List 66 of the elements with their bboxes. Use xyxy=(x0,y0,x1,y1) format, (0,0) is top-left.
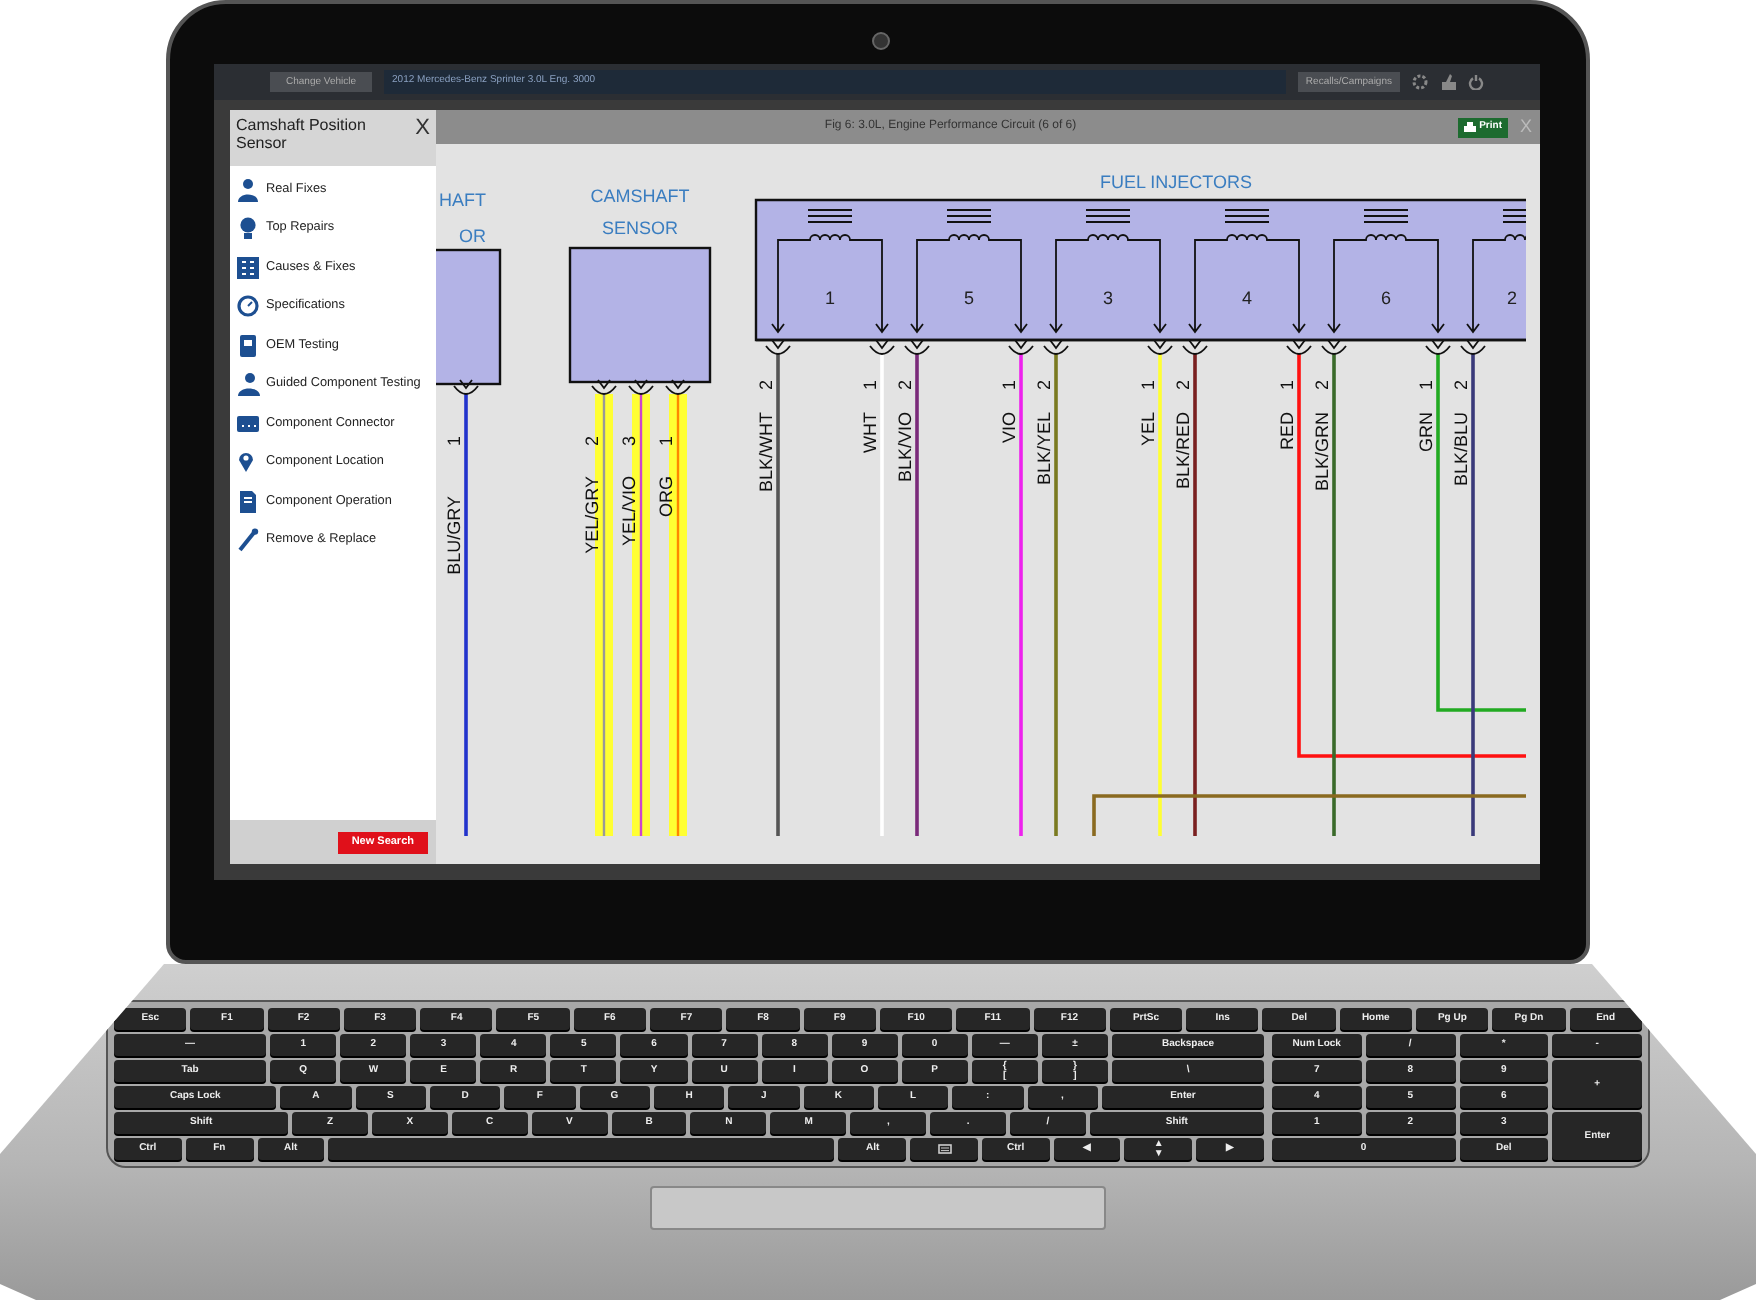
injector-coil-drawing xyxy=(771,209,889,333)
close-button[interactable]: X xyxy=(415,116,430,140)
injector-number: 1 xyxy=(825,288,835,308)
menu-icon xyxy=(937,1144,952,1154)
pin-number: 1 xyxy=(1138,380,1158,391)
wire-label: VIO xyxy=(999,412,1019,444)
wire-label: BLU/GRY xyxy=(444,496,464,575)
camera-icon xyxy=(872,32,890,50)
injector-number: 3 xyxy=(1103,288,1113,308)
document-icon xyxy=(236,489,260,514)
pin-number: 2 xyxy=(582,436,602,447)
injector-coil-drawing xyxy=(1188,209,1306,333)
grid-icon xyxy=(236,255,260,280)
wire-label: BLK/YEL xyxy=(1034,412,1054,486)
pin-number: 1 xyxy=(1277,380,1297,391)
lightbulb-icon xyxy=(236,216,260,241)
gauge-icon xyxy=(236,294,260,319)
injector-coil-drawing xyxy=(910,209,1028,333)
injector-number: 6 xyxy=(1381,288,1391,308)
pin-number: 1 xyxy=(999,380,1019,391)
wire-label: RED xyxy=(1277,412,1297,451)
wire-label: BLK/RED xyxy=(1173,412,1193,490)
printer-icon xyxy=(1463,121,1476,133)
gear-icon[interactable] xyxy=(1412,74,1428,90)
wire-label: YEL xyxy=(1138,412,1158,447)
wire-label: YEL/VIO xyxy=(619,476,639,547)
pin-number: 1 xyxy=(860,380,880,391)
pin-number: 1 xyxy=(656,436,676,447)
wire-label: GRN xyxy=(1416,412,1436,452)
pin-number: 2 xyxy=(1451,380,1471,391)
thumb-icon[interactable] xyxy=(1440,74,1456,90)
pin-number: 2 xyxy=(1173,380,1193,391)
component-label: SENSOR xyxy=(602,218,678,238)
wire-label: BLK/GRN xyxy=(1312,412,1332,492)
power-icon[interactable] xyxy=(1468,74,1484,90)
wire-label: BLK/WHT xyxy=(756,412,776,493)
pin-number: 3 xyxy=(619,436,639,447)
pin-number: 2 xyxy=(756,380,776,391)
pin-number: 2 xyxy=(1312,380,1332,391)
injector-coil-drawing xyxy=(1049,209,1167,333)
wrench-icon xyxy=(236,528,260,553)
pin-number: 1 xyxy=(444,436,464,447)
injector-number: 5 xyxy=(964,288,974,308)
pin-number: 1 xyxy=(1416,380,1436,391)
injector-coil-drawing xyxy=(1466,209,1526,333)
device-icon xyxy=(236,333,260,358)
pin-number: 2 xyxy=(1034,380,1054,391)
component-label: FUEL INJECTORS xyxy=(1100,172,1252,192)
trackpad[interactable] xyxy=(650,1186,1106,1230)
person-icon xyxy=(236,372,260,397)
component-label: CAMSHAFT xyxy=(590,186,690,206)
pin-number: 2 xyxy=(895,380,915,391)
component-label: HAFT xyxy=(439,190,486,210)
sensor-box xyxy=(568,246,712,384)
wire-label: WHT xyxy=(860,412,880,453)
sidebar-title: Camshaft Position Sensor xyxy=(236,116,368,156)
person-icon xyxy=(236,177,260,202)
injector-coil-drawing xyxy=(1327,209,1445,333)
injector-number: 4 xyxy=(1242,288,1252,308)
wire-label: ORG xyxy=(656,476,676,518)
wire-label: YEL/GRY xyxy=(582,476,602,554)
injector-number: 2 xyxy=(1507,288,1517,308)
connector-icon xyxy=(236,411,260,436)
component-label: OR xyxy=(459,226,486,246)
wire-label: BLK/VIO xyxy=(895,412,915,483)
wire-label: BLK/BLU xyxy=(1451,412,1471,487)
